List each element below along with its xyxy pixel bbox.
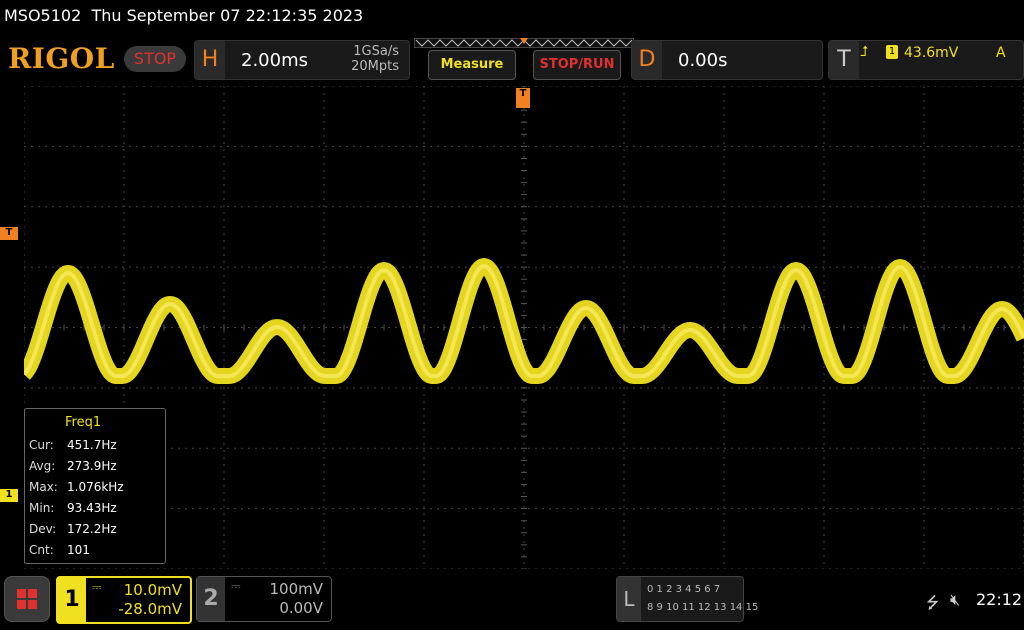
measurement-key: Dev: [29, 522, 57, 536]
delay-label: D [632, 41, 662, 79]
channel2-settings[interactable]: 2 ⎓ 100mV 0.00V [196, 576, 332, 622]
timebase-value: 2.00ms [241, 50, 308, 71]
channel1-scale: 10.0mV [123, 581, 182, 599]
usb-icon: ⭍ [926, 593, 940, 612]
horizontal-panel[interactable]: H 2.00ms 1GSa/s 20Mpts [194, 40, 410, 80]
measurement-row: Min: 93.43Hz [29, 501, 163, 521]
run-state-badge[interactable]: STOP [124, 46, 186, 72]
datetime: Thu September 07 22:12:35 2023 [91, 6, 364, 25]
measurement-value: 101 [67, 543, 90, 557]
measurement-key: Cur: [29, 438, 54, 452]
main-menu-button[interactable] [4, 576, 50, 622]
status-line: MSO5102 Thu September 07 22:12:35 2023 [0, 0, 1024, 34]
model-name: MSO5102 [4, 6, 82, 25]
dc-coupling-icon: ⎓ [92, 580, 102, 594]
channel2-number: 2 [197, 577, 225, 621]
measurement-key: Avg: [29, 459, 56, 473]
measurement-row: Cur: 451.7Hz [29, 438, 163, 458]
waveform-display[interactable] [24, 86, 1024, 569]
trigger-level-marker[interactable]: T [0, 227, 18, 240]
grid-menu-icon [17, 589, 37, 609]
measurement-value: 273.9Hz [67, 459, 117, 473]
dc-coupling-icon: ⎓ [231, 579, 241, 593]
channel1-offset: -28.0mV [118, 600, 182, 618]
measurement-key: Cnt: [29, 543, 54, 557]
channel1-number: 1 [58, 578, 86, 622]
measurement-row: Avg: 273.9Hz [29, 459, 163, 479]
delay-value: 0.00s [678, 50, 728, 71]
la-channels-row1: 0 1 2 3 4 5 6 7 [647, 584, 721, 595]
measurement-panel[interactable]: Freq1 Cur: 451.7Hz Avg: 273.9Hz Max: 1.076k… [24, 408, 166, 564]
stoprun-button[interactable]: STOP/RUN [533, 50, 621, 80]
rising-edge-icon: ⮥ [860, 44, 869, 60]
horizontal-label: H [195, 41, 225, 79]
measure-button[interactable]: Measure [428, 50, 516, 80]
measurement-value: 93.43Hz [67, 501, 117, 515]
la-channels-row2: 8 9 10 11 12 13 14 15 [647, 602, 759, 613]
memory-depth: 20Mpts [351, 59, 399, 74]
rigol-logo: RIGOL [8, 42, 115, 75]
trigger-mode: A [996, 45, 1006, 61]
measurement-value: 172.2Hz [67, 522, 117, 536]
memory-position-strip[interactable] [414, 38, 634, 48]
toolbar: RIGOL STOP H 2.00ms 1GSa/s 20Mpts Measur… [0, 34, 1024, 84]
measurement-value: 1.076kHz [67, 480, 124, 494]
delay-panel[interactable]: D 0.00s [631, 40, 823, 80]
speaker-muted-icon[interactable]: 🔇︎ [950, 590, 960, 610]
measurement-row: Max: 1.076kHz [29, 480, 163, 500]
logic-analyzer-panel[interactable]: L 0 1 2 3 4 5 6 7 8 9 10 11 12 13 14 15 [616, 576, 758, 622]
measurement-row: Dev: 172.2Hz [29, 522, 163, 542]
measurement-value: 451.7Hz [67, 438, 117, 452]
trigger-label: T [829, 41, 859, 79]
measurement-key: Min: [29, 501, 55, 515]
model-datetime: MSO5102 Thu September 07 22:12:35 2023 [4, 6, 363, 25]
trigger-position-marker[interactable]: T [516, 88, 530, 108]
sample-rate: 1GSa/s [353, 44, 399, 59]
trigger-level: 43.6mV [904, 45, 959, 61]
measurement-title: Freq1 [65, 415, 102, 430]
channel2-offset: 0.00V [279, 599, 323, 617]
channel1-ground-marker[interactable]: 1 [0, 489, 18, 502]
trigger-source: 1 [886, 45, 898, 59]
channel2-scale: 100mV [269, 580, 323, 598]
measurement-row: Cnt: 101 [29, 543, 163, 563]
bottom-bar: 1 ⎓ 10.0mV -28.0mV 2 ⎓ 100mV 0.00V L 0 1… [0, 570, 1024, 630]
clock: 22:12 [976, 590, 1023, 609]
channel1-settings[interactable]: 1 ⎓ 10.0mV -28.0mV [56, 576, 192, 624]
la-label: L [617, 577, 641, 621]
measurement-key: Max: [29, 480, 58, 494]
